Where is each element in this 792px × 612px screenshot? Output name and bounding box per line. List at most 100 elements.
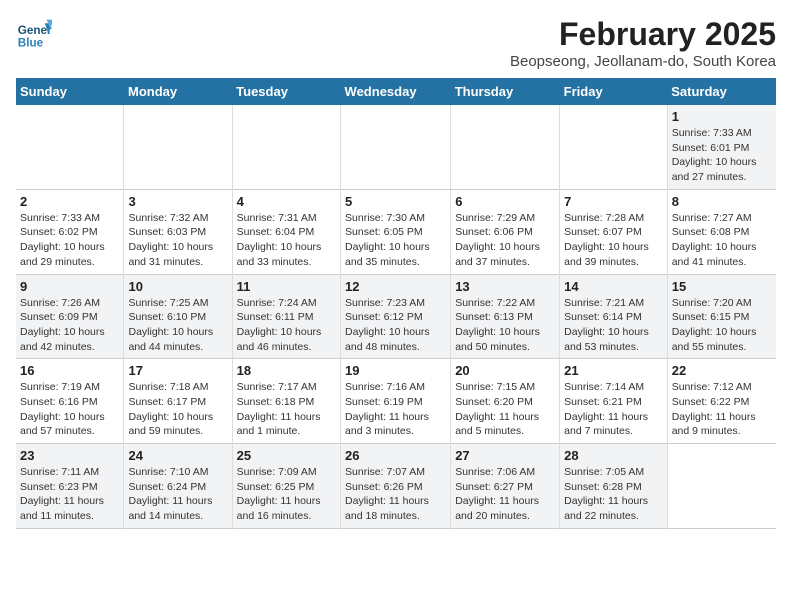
title-area: February 2025 Beopseong, Jeollanam-do, S… (510, 16, 776, 70)
calendar-cell: 5 Sunrise: 7:30 AM Sunset: 6:05 PM Daylig… (341, 189, 451, 274)
calendar-cell: 6 Sunrise: 7:29 AM Sunset: 6:06 PM Daylig… (451, 189, 560, 274)
calendar-cell: 18 Sunrise: 7:17 AM Sunset: 6:18 PM Dayli… (232, 359, 340, 444)
day-info: Sunrise: 7:25 AM Sunset: 6:10 PM Dayligh… (128, 296, 227, 355)
calendar-cell: 8 Sunrise: 7:27 AM Sunset: 6:08 PM Daylig… (667, 189, 776, 274)
day-info: Sunrise: 7:28 AM Sunset: 6:07 PM Dayligh… (564, 211, 663, 270)
calendar-cell: 27 Sunrise: 7:06 AM Sunset: 6:27 PM Dayli… (451, 444, 560, 529)
day-header-saturday: Saturday (667, 78, 776, 105)
day-number: 3 (128, 194, 227, 209)
day-number: 22 (672, 363, 772, 378)
day-number: 5 (345, 194, 446, 209)
day-number: 7 (564, 194, 663, 209)
day-info: Sunrise: 7:22 AM Sunset: 6:13 PM Dayligh… (455, 296, 555, 355)
day-info: Sunrise: 7:32 AM Sunset: 6:03 PM Dayligh… (128, 211, 227, 270)
calendar-cell (451, 105, 560, 189)
day-info: Sunrise: 7:07 AM Sunset: 6:26 PM Dayligh… (345, 465, 446, 524)
logo: General Blue (16, 16, 52, 52)
day-number: 2 (20, 194, 119, 209)
day-number: 12 (345, 279, 446, 294)
day-number: 4 (237, 194, 336, 209)
day-info: Sunrise: 7:31 AM Sunset: 6:04 PM Dayligh… (237, 211, 336, 270)
calendar-cell: 20 Sunrise: 7:15 AM Sunset: 6:20 PM Dayli… (451, 359, 560, 444)
day-number: 17 (128, 363, 227, 378)
calendar-cell: 4 Sunrise: 7:31 AM Sunset: 6:04 PM Daylig… (232, 189, 340, 274)
day-number: 18 (237, 363, 336, 378)
calendar-week-row: 1Sunrise: 7:33 AM Sunset: 6:01 PM Daylig… (16, 105, 776, 189)
day-info: Sunrise: 7:29 AM Sunset: 6:06 PM Dayligh… (455, 211, 555, 270)
day-info: Sunrise: 7:21 AM Sunset: 6:14 PM Dayligh… (564, 296, 663, 355)
day-info: Sunrise: 7:09 AM Sunset: 6:25 PM Dayligh… (237, 465, 336, 524)
day-header-friday: Friday (560, 78, 668, 105)
day-header-sunday: Sunday (16, 78, 124, 105)
day-info: Sunrise: 7:10 AM Sunset: 6:24 PM Dayligh… (128, 465, 227, 524)
day-info: Sunrise: 7:30 AM Sunset: 6:05 PM Dayligh… (345, 211, 446, 270)
day-number: 14 (564, 279, 663, 294)
day-info: Sunrise: 7:27 AM Sunset: 6:08 PM Dayligh… (672, 211, 772, 270)
day-number: 9 (20, 279, 119, 294)
day-info: Sunrise: 7:15 AM Sunset: 6:20 PM Dayligh… (455, 380, 555, 439)
day-number: 24 (128, 448, 227, 463)
calendar-cell: 26 Sunrise: 7:07 AM Sunset: 6:26 PM Dayli… (341, 444, 451, 529)
calendar-cell: 7 Sunrise: 7:28 AM Sunset: 6:07 PM Daylig… (560, 189, 668, 274)
day-info: Sunrise: 7:26 AM Sunset: 6:09 PM Dayligh… (20, 296, 119, 355)
location-title: Beopseong, Jeollanam-do, South Korea (510, 53, 776, 70)
day-info: Sunrise: 7:06 AM Sunset: 6:27 PM Dayligh… (455, 465, 555, 524)
calendar-cell: 12Sunrise: 7:23 AM Sunset: 6:12 PM Dayli… (341, 274, 451, 359)
day-info: Sunrise: 7:33 AM Sunset: 6:02 PM Dayligh… (20, 211, 119, 270)
svg-text:Blue: Blue (18, 37, 44, 50)
day-info: Sunrise: 7:05 AM Sunset: 6:28 PM Dayligh… (564, 465, 663, 524)
day-number: 15 (672, 279, 772, 294)
day-header-row: SundayMondayTuesdayWednesdayThursdayFrid… (16, 78, 776, 105)
calendar-cell (667, 444, 776, 529)
day-number: 16 (20, 363, 119, 378)
calendar-cell (341, 105, 451, 189)
day-number: 27 (455, 448, 555, 463)
calendar-cell: 1Sunrise: 7:33 AM Sunset: 6:01 PM Daylig… (667, 105, 776, 189)
day-number: 26 (345, 448, 446, 463)
calendar-week-row: 9 Sunrise: 7:26 AM Sunset: 6:09 PM Daylig… (16, 274, 776, 359)
day-header-thursday: Thursday (451, 78, 560, 105)
calendar-cell: 23 Sunrise: 7:11 AM Sunset: 6:23 PM Dayli… (16, 444, 124, 529)
day-number: 28 (564, 448, 663, 463)
calendar-cell (232, 105, 340, 189)
day-number: 19 (345, 363, 446, 378)
day-number: 1 (672, 109, 772, 124)
day-info: Sunrise: 7:18 AM Sunset: 6:17 PM Dayligh… (128, 380, 227, 439)
calendar-cell: 24 Sunrise: 7:10 AM Sunset: 6:24 PM Dayli… (124, 444, 232, 529)
day-info: Sunrise: 7:12 AM Sunset: 6:22 PM Dayligh… (672, 380, 772, 439)
day-info: Sunrise: 7:11 AM Sunset: 6:23 PM Dayligh… (20, 465, 119, 524)
calendar-table: SundayMondayTuesdayWednesdayThursdayFrid… (16, 78, 776, 529)
calendar-cell: 3 Sunrise: 7:32 AM Sunset: 6:03 PM Daylig… (124, 189, 232, 274)
day-number: 10 (128, 279, 227, 294)
calendar-cell (560, 105, 668, 189)
calendar-cell: 17 Sunrise: 7:18 AM Sunset: 6:17 PM Dayli… (124, 359, 232, 444)
calendar-cell: 16 Sunrise: 7:19 AM Sunset: 6:16 PM Dayli… (16, 359, 124, 444)
day-info: Sunrise: 7:14 AM Sunset: 6:21 PM Dayligh… (564, 380, 663, 439)
calendar-week-row: 16 Sunrise: 7:19 AM Sunset: 6:16 PM Dayli… (16, 359, 776, 444)
calendar-week-row: 2 Sunrise: 7:33 AM Sunset: 6:02 PM Daylig… (16, 189, 776, 274)
calendar-cell (124, 105, 232, 189)
calendar-cell: 19 Sunrise: 7:16 AM Sunset: 6:19 PM Dayli… (341, 359, 451, 444)
day-info: Sunrise: 7:24 AM Sunset: 6:11 PM Dayligh… (237, 296, 336, 355)
day-number: 13 (455, 279, 555, 294)
day-info: Sunrise: 7:20 AM Sunset: 6:15 PM Dayligh… (672, 296, 772, 355)
day-header-monday: Monday (124, 78, 232, 105)
calendar-cell: 10 Sunrise: 7:25 AM Sunset: 6:10 PM Dayli… (124, 274, 232, 359)
calendar-cell: 9 Sunrise: 7:26 AM Sunset: 6:09 PM Daylig… (16, 274, 124, 359)
day-number: 25 (237, 448, 336, 463)
day-number: 20 (455, 363, 555, 378)
month-title: February 2025 (510, 16, 776, 53)
calendar-week-row: 23 Sunrise: 7:11 AM Sunset: 6:23 PM Dayli… (16, 444, 776, 529)
day-number: 23 (20, 448, 119, 463)
calendar-cell (16, 105, 124, 189)
day-number: 6 (455, 194, 555, 209)
day-number: 21 (564, 363, 663, 378)
day-header-wednesday: Wednesday (341, 78, 451, 105)
day-info: Sunrise: 7:16 AM Sunset: 6:19 PM Dayligh… (345, 380, 446, 439)
day-info: Sunrise: 7:19 AM Sunset: 6:16 PM Dayligh… (20, 380, 119, 439)
page-header: General Blue February 2025 Beopseong, Je… (16, 16, 776, 70)
day-number: 8 (672, 194, 772, 209)
logo-icon: General Blue (16, 16, 52, 52)
day-info: Sunrise: 7:17 AM Sunset: 6:18 PM Dayligh… (237, 380, 336, 439)
calendar-cell: 22 Sunrise: 7:12 AM Sunset: 6:22 PM Dayli… (667, 359, 776, 444)
